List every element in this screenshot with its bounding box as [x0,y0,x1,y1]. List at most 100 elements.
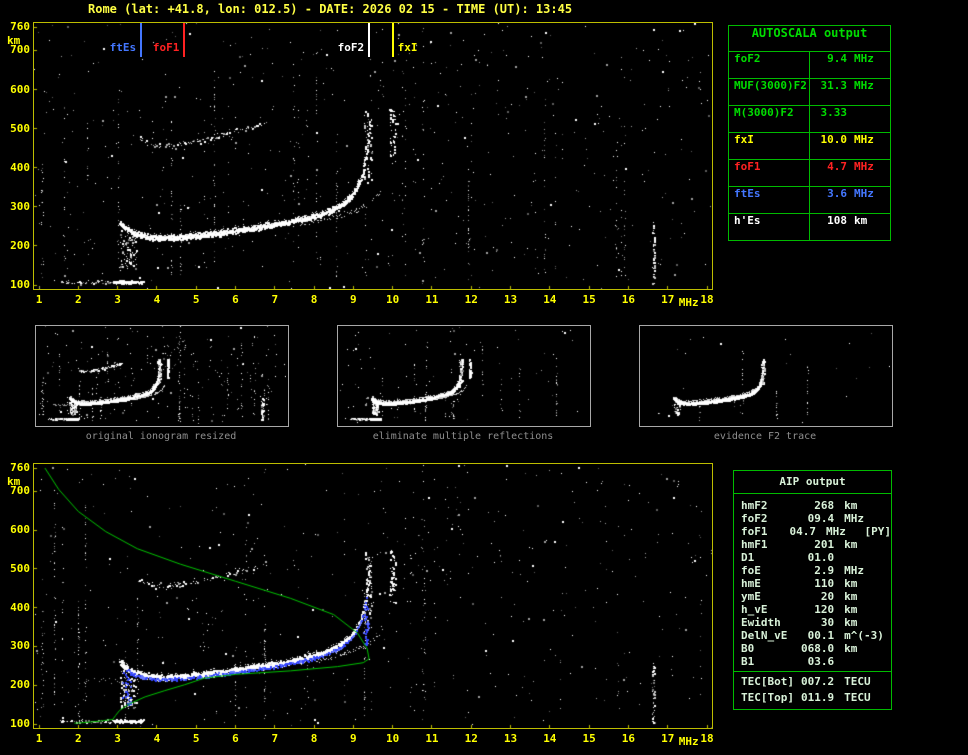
parameter-value: 011.9 [801,691,835,704]
thumbnail-original-ionogram [35,325,289,427]
x-axis-label: 9 [350,293,357,306]
x-axis-label: 10 [386,293,400,306]
y-axis-label: 300 [10,199,30,213]
parameter-unit: m^(-3) [844,629,884,642]
parameter-value: 3.6 [827,187,847,200]
parameter-unit: MHz [844,512,865,525]
table-row: D1 01.0 [734,551,891,564]
x-axis-label: 6 [232,732,239,745]
y-axis-label: 500 [10,121,30,135]
parameter-value: 3.33 [820,106,848,119]
y-axis-label: 400 [10,600,30,614]
table-row: M(3000)F2 3.33 [729,105,890,132]
y-axis-label: 100 [10,278,30,291]
parameter-value: 9.4 [827,52,847,65]
autoscala-table-header: AUTOSCALA output [751,26,868,40]
x-axis-unit-label: MHz [678,735,699,748]
parameter-label: Ewidth [741,616,781,629]
autoscala-output-table: AUTOSCALA output foF2 9.4 MHz MUF(3000)F2 31… [728,25,891,241]
parameter-unit: MHz [854,187,874,200]
parameter-flag [887,590,891,603]
thumbnail-f2-trace-canvas [640,326,890,424]
parameter-value: 108 [827,214,847,227]
parameter-flag [887,499,891,512]
y-axis-label: 600 [10,82,30,96]
parameter-label: foF2 [741,512,768,525]
autoscala-screen: Rome (lat: +41.8, lon: 012.5) - DATE: 20… [0,0,968,755]
parameter-label: TEC[Top] [741,691,794,704]
x-axis-label: 12 [464,732,478,745]
thumbnail-caption-multiples: eliminate multiple reflections [372,431,554,442]
parameter-value: 01.0 [807,551,835,564]
x-axis-label: 9 [350,732,357,745]
parameter-value-cell: 3.6 MHz [810,187,890,213]
table-row: fxI 10.0 MHz [729,132,890,159]
parameter-unit: km [854,214,868,227]
parameter-label: fxI [729,133,810,159]
parameter-label: foE [741,564,761,577]
parameter-value: 068.0 [801,642,835,655]
parameter-unit [834,655,887,668]
x-axis-label: 7 [271,732,279,745]
x-axis-label: 1 [35,293,43,306]
parameter-unit: MHz [854,52,874,65]
x-axis-label: 11 [425,293,439,306]
parameter-unit: MHz [854,160,874,173]
x-axis-label: 1 [35,732,43,745]
parameter-label: h'Es [729,214,810,240]
parameter-flag [887,629,891,642]
parameter-value: 2.9 [814,564,835,577]
autoscala-table-rows: foF2 9.4 MHz MUF(3000)F2 31.3 MHz M(3000)F2 3.3… [729,51,890,240]
parameter-flag [887,655,891,668]
parameter-label: D1 [741,551,755,564]
thumbnail-caption-original: original ionogram resized [85,431,237,442]
table-row: ymE 20 km [734,590,891,603]
page-title: Rome (lat: +41.8, lon: 012.5) - DATE: 20… [88,2,573,16]
x-axis-label: 10 [386,732,400,745]
x-axis-label: 13 [503,293,518,306]
y-axis-label: 200 [10,238,30,252]
parameter-label: TEC[Bot] [741,675,794,688]
x-axis-label: 8 [310,293,318,306]
parameter-flag [887,675,891,691]
thumbnail-multiples-removed-canvas [338,326,588,424]
parameter-unit: km [844,499,858,512]
parameter-value-cell: 10.0 MHz [810,133,890,159]
parameter-label: foF2 [729,52,810,78]
parameter-label: h_vE [741,603,768,616]
x-axis-label: 3 [114,732,121,745]
table-row: B0 068.0 km [734,642,891,655]
x-axis-label: 4 [153,732,161,745]
parameter-unit: MHz [854,133,874,146]
parameter-flag [887,616,891,629]
parameter-label: hmF2 [741,499,768,512]
table-row: hmF2 268 km [734,499,891,512]
parameter-unit: km [844,590,858,603]
table-row: foE 2.9 MHz [734,564,891,577]
parameter-label: B0 [741,642,755,655]
parameter-label: DelN_vE [741,629,788,642]
table-row: h_vE 120 km [734,603,891,616]
aip-table-header: AIP output [734,471,891,494]
parameter-value: 04.7 [789,525,817,538]
parameter-unit: MHz [826,525,846,538]
parameter-label: ftEs [729,187,810,213]
x-axis-label: 5 [192,732,200,745]
x-axis-label: 8 [310,732,318,745]
table-row: foF2 9.4 MHz [729,51,890,78]
parameter-value-cell: 9.4 MHz [810,52,890,78]
thumbnail-original-canvas [36,326,286,424]
x-axis-label: 15 [582,293,596,306]
parameter-value: 110 [814,577,835,590]
table-row: TEC[Bot] 007.2 TECU [734,671,891,691]
parameter-unit [834,551,887,564]
table-row: Ewidth 30 km [734,616,891,629]
parameter-value: 120 [814,603,835,616]
parameter-unit: km [844,538,858,551]
x-axis-label: 2 [74,732,82,745]
parameter-value-cell: 4.7 MHz [810,160,890,186]
parameter-flag [887,603,891,616]
parameter-unit: MHz [854,79,874,92]
table-row: B1 03.6 [734,655,891,668]
parameter-value: 30 [820,616,835,629]
